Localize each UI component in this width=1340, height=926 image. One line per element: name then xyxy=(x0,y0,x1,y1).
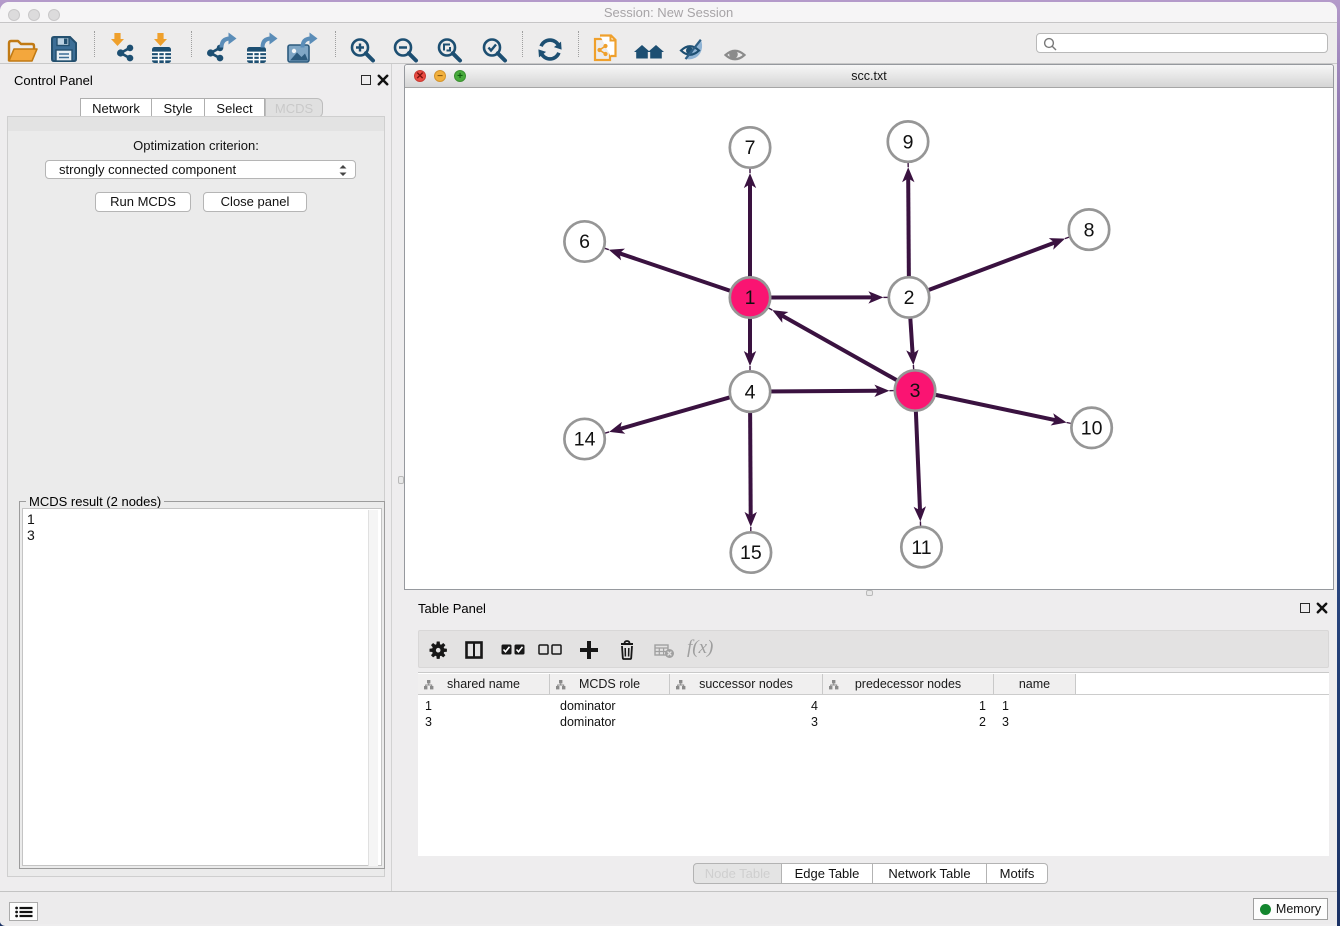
svg-text:2: 2 xyxy=(904,287,915,309)
svg-text:7: 7 xyxy=(745,137,756,159)
svg-text:3: 3 xyxy=(910,380,921,402)
svg-text:9: 9 xyxy=(903,131,914,153)
svg-text:10: 10 xyxy=(1081,418,1103,440)
svg-text:6: 6 xyxy=(579,231,590,253)
svg-text:15: 15 xyxy=(740,542,762,564)
svg-text:4: 4 xyxy=(745,381,756,403)
svg-text:1: 1 xyxy=(745,287,756,309)
svg-text:11: 11 xyxy=(911,537,931,559)
svg-text:14: 14 xyxy=(574,429,596,451)
svg-text:8: 8 xyxy=(1084,219,1095,241)
